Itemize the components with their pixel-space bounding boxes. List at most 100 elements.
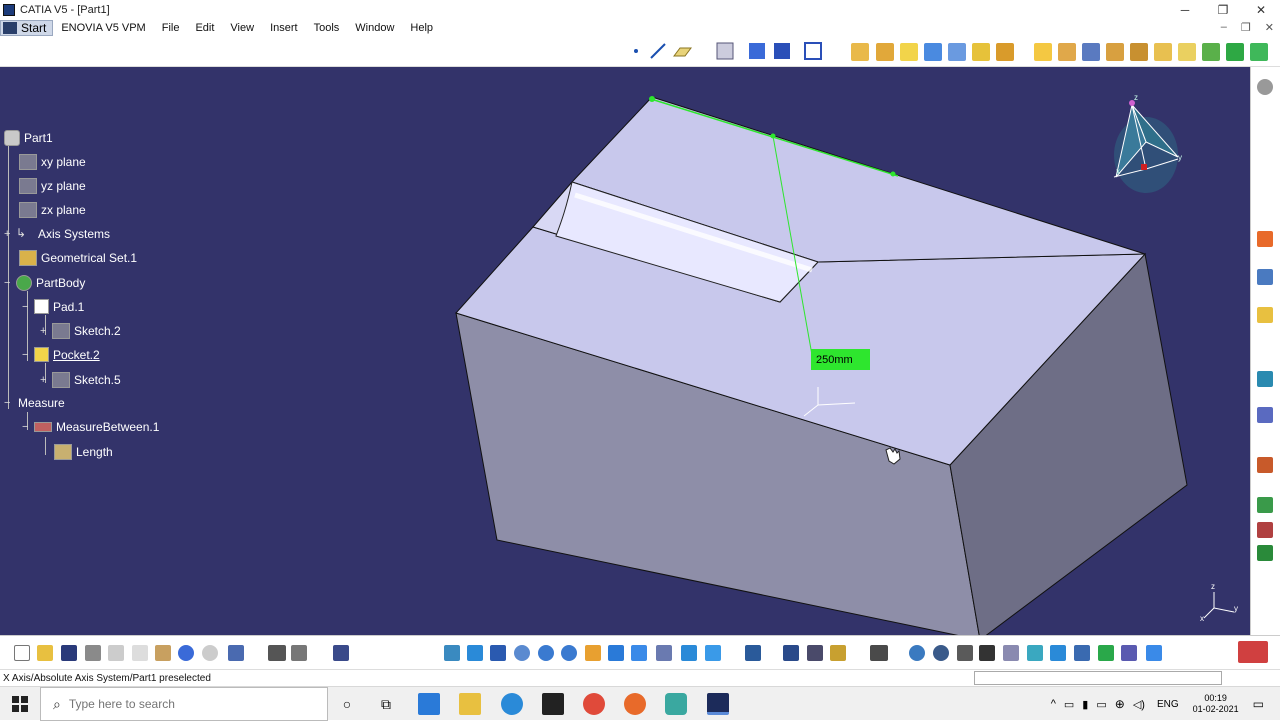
- part-geometry[interactable]: [0, 67, 1250, 635]
- collapse-icon[interactable]: −: [4, 277, 16, 289]
- list-icon[interactable]: [1121, 645, 1137, 661]
- globe-icon[interactable]: [933, 645, 949, 661]
- collapse-icon[interactable]: −: [4, 397, 18, 409]
- menu-file[interactable]: File: [154, 22, 188, 34]
- split-icon[interactable]: [1226, 43, 1244, 61]
- pocket-icon[interactable]: [876, 43, 894, 61]
- catia-taskbar-icon[interactable]: [707, 693, 729, 715]
- draft-icon[interactable]: [1082, 43, 1100, 61]
- comment-icon[interactable]: [291, 645, 307, 661]
- fit-all-in-icon[interactable]: [467, 645, 483, 661]
- menu-tools[interactable]: Tools: [306, 22, 348, 34]
- zoom-out-icon[interactable]: [561, 645, 577, 661]
- tree-node-part1[interactable]: Part1: [4, 130, 53, 146]
- expand-icon[interactable]: +: [4, 228, 16, 240]
- wireframe-icon[interactable]: [1050, 645, 1066, 661]
- copy-icon[interactable]: [132, 645, 148, 661]
- search-input[interactable]: [68, 697, 289, 711]
- tools-icon[interactable]: [1074, 645, 1090, 661]
- shaft-icon[interactable]: [900, 43, 918, 61]
- hole-icon[interactable]: [948, 43, 966, 61]
- open-icon[interactable]: [37, 645, 53, 661]
- measure-item-icon[interactable]: [807, 645, 823, 661]
- collapse-icon[interactable]: −: [22, 349, 34, 361]
- measure-label[interactable]: 250mm: [811, 349, 870, 370]
- cut-icon[interactable]: [108, 645, 124, 661]
- settings-gear-icon[interactable]: [1257, 79, 1273, 95]
- doc-restore-button[interactable]: ❐: [1241, 21, 1251, 34]
- menu-insert[interactable]: Insert: [262, 22, 306, 34]
- replace-face-icon[interactable]: [1202, 43, 1220, 61]
- groove-icon[interactable]: [924, 43, 942, 61]
- menu-window[interactable]: Window: [347, 22, 402, 34]
- zoom-in-icon[interactable]: [538, 645, 554, 661]
- select-arrow-icon[interactable]: [1257, 231, 1273, 247]
- tray-app-icon[interactable]: ▭: [1064, 698, 1074, 711]
- formula-fx-icon[interactable]: [268, 645, 286, 661]
- thickness-icon[interactable]: [1130, 43, 1148, 61]
- tree-node-pocket2[interactable]: − Pocket.2: [22, 347, 100, 362]
- thick-surface-icon[interactable]: [1250, 43, 1268, 61]
- tree-node-measure[interactable]: − Measure: [4, 396, 65, 410]
- maximize-button[interactable]: ❐: [1204, 0, 1242, 19]
- menu-edit[interactable]: Edit: [187, 22, 222, 34]
- knowledge-icon[interactable]: [1257, 497, 1273, 513]
- annotation-icon[interactable]: [1257, 407, 1273, 423]
- firefox-icon[interactable]: [624, 693, 646, 715]
- globe-tray-icon[interactable]: ⊕: [1115, 697, 1125, 711]
- expand-icon[interactable]: +: [40, 325, 52, 337]
- shading-icon[interactable]: [656, 645, 672, 661]
- tree-node-pad1[interactable]: − Pad.1: [22, 299, 84, 314]
- tree-node-sketch5[interactable]: + Sketch.5: [40, 372, 121, 388]
- tray-chevron-icon[interactable]: ^: [1051, 698, 1056, 710]
- close-button[interactable]: ✕: [1242, 0, 1280, 19]
- tree-node-axis-systems[interactable]: + ↳ Axis Systems: [4, 226, 110, 242]
- notepad-icon[interactable]: [542, 693, 564, 715]
- tree-node-measurebetween1[interactable]: − MeasureBetween.1: [22, 420, 159, 434]
- undo-icon[interactable]: [178, 645, 194, 661]
- remove-face-icon[interactable]: [1178, 43, 1196, 61]
- clock[interactable]: 00:19 01-02-2021: [1193, 693, 1239, 715]
- plane-surface-icon[interactable]: [1146, 645, 1162, 661]
- collapse-icon[interactable]: −: [22, 421, 34, 433]
- tree-node-yz-plane[interactable]: yz plane: [19, 178, 86, 194]
- swap-visible-icon[interactable]: [705, 645, 721, 661]
- network-icon[interactable]: ▭: [1096, 698, 1106, 711]
- rotate-icon[interactable]: [514, 645, 530, 661]
- task-view-icon[interactable]: ⧉: [375, 693, 397, 715]
- mail-icon[interactable]: [418, 693, 440, 715]
- chamfer-icon[interactable]: [1058, 43, 1076, 61]
- file-explorer-icon[interactable]: [459, 693, 481, 715]
- reactions-icon[interactable]: [1257, 522, 1273, 538]
- hide-show-icon[interactable]: [681, 645, 697, 661]
- iso-view-icon[interactable]: [631, 645, 647, 661]
- thread-icon[interactable]: [1154, 43, 1172, 61]
- refresh-icon[interactable]: [909, 645, 925, 661]
- collapse-icon[interactable]: −: [22, 301, 34, 313]
- pan-icon[interactable]: [444, 645, 460, 661]
- camera-icon[interactable]: [665, 693, 687, 715]
- chrome-icon[interactable]: [583, 693, 605, 715]
- start-menu-button[interactable]: Start: [0, 20, 54, 36]
- expand-icon[interactable]: +: [40, 374, 52, 386]
- rib-icon[interactable]: [972, 43, 990, 61]
- menu-view[interactable]: View: [222, 22, 262, 34]
- menu-help[interactable]: Help: [402, 22, 441, 34]
- multi-view-icon[interactable]: [608, 645, 624, 661]
- rule-icon[interactable]: [1257, 545, 1273, 561]
- catalog-icon[interactable]: [1257, 307, 1273, 323]
- grid-values-icon[interactable]: [979, 645, 995, 661]
- microphone-icon[interactable]: ▮: [1082, 698, 1088, 711]
- whats-this-icon[interactable]: [228, 645, 244, 661]
- 3d-viewport[interactable]: 250mm z y x z y x Part1 xy plane yz plan…: [0, 67, 1250, 635]
- capture-icon[interactable]: [870, 645, 888, 661]
- apply-material-icon[interactable]: [1257, 457, 1273, 473]
- slot-icon[interactable]: [996, 43, 1014, 61]
- formula-icon[interactable]: [1257, 269, 1273, 285]
- save-icon[interactable]: [61, 645, 77, 661]
- windows-start-icon[interactable]: [12, 696, 28, 712]
- print-icon[interactable]: [85, 645, 101, 661]
- tree-node-partbody[interactable]: − PartBody: [4, 275, 85, 291]
- language-indicator[interactable]: ENG: [1157, 699, 1179, 710]
- notifications-icon[interactable]: ▭: [1253, 697, 1264, 711]
